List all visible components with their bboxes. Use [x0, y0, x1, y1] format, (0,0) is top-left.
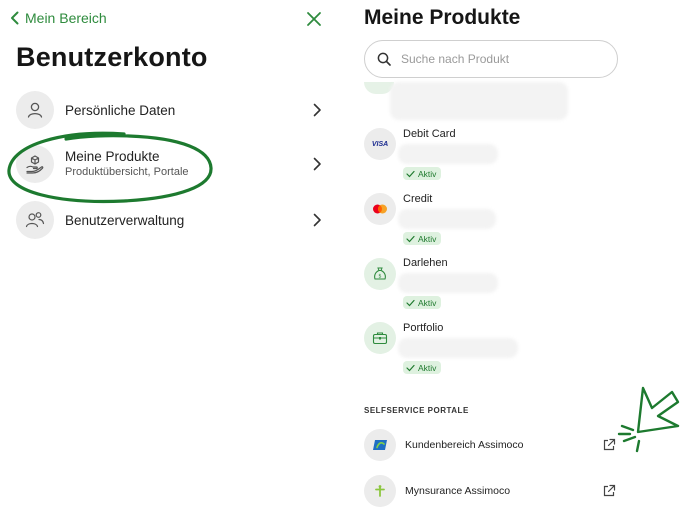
status-badge: Aktiv — [403, 167, 442, 180]
external-link-icon — [603, 438, 616, 451]
external-link-icon — [603, 484, 616, 497]
blurred-product-detail — [390, 82, 568, 120]
menu-item-personal-data[interactable]: Persönliche Daten — [16, 88, 326, 132]
blurred-product-detail — [398, 144, 498, 164]
search-input[interactable] — [399, 51, 593, 67]
back-link-label: Mein Bereich — [25, 10, 107, 26]
status-badge: Aktiv — [403, 232, 442, 245]
search-icon — [377, 52, 391, 66]
product-name: Portfolio — [403, 322, 444, 334]
back-link[interactable]: Mein Bereich — [10, 10, 107, 26]
cursor-click-annotation — [617, 386, 680, 453]
portal-link-mynsurance[interactable]: Mynsurance Assimoco — [364, 474, 616, 508]
chevron-right-icon — [313, 157, 321, 171]
close-icon[interactable] — [304, 9, 324, 29]
status-badge: Aktiv — [403, 361, 442, 374]
section-title: SELFSERVICE PORTALE — [364, 406, 469, 415]
page-title: Benutzerkonto — [16, 42, 208, 72]
product-name: Debit Card — [403, 128, 456, 140]
check-icon — [406, 364, 415, 371]
person-icon — [16, 91, 54, 129]
check-icon — [406, 170, 415, 177]
check-icon — [406, 299, 415, 306]
money-bag-icon: $ — [364, 258, 396, 290]
assimoco-logo-icon — [364, 429, 396, 461]
menu-item-label: Benutzerverwaltung — [65, 212, 185, 228]
chevron-left-icon — [11, 11, 19, 25]
product-name: Credit — [403, 193, 433, 205]
visa-icon: VISA — [364, 128, 396, 160]
portal-name: Mynsurance Assimoco — [405, 485, 511, 497]
highlight-circle-annotation — [7, 131, 213, 204]
briefcase-icon — [364, 322, 396, 354]
mastercard-icon — [364, 193, 396, 225]
blurred-product-detail — [398, 338, 518, 358]
check-icon — [406, 235, 415, 242]
svg-text:$: $ — [378, 274, 381, 280]
product-name: Darlehen — [403, 257, 448, 269]
product-search[interactable] — [364, 40, 618, 78]
blurred-product-detail — [398, 209, 496, 229]
chevron-right-icon — [313, 213, 321, 227]
mynsurance-logo-icon — [364, 475, 396, 507]
portal-name: Kundenbereich Assimoco — [405, 439, 524, 451]
status-badge: Aktiv — [403, 296, 442, 309]
menu-item-label: Persönliche Daten — [65, 102, 176, 118]
products-title: Meine Produkte — [364, 6, 521, 29]
portal-link-kundenbereich[interactable]: Kundenbereich Assimoco — [364, 428, 616, 462]
chevron-right-icon — [313, 103, 321, 117]
blurred-product-detail — [398, 273, 498, 293]
